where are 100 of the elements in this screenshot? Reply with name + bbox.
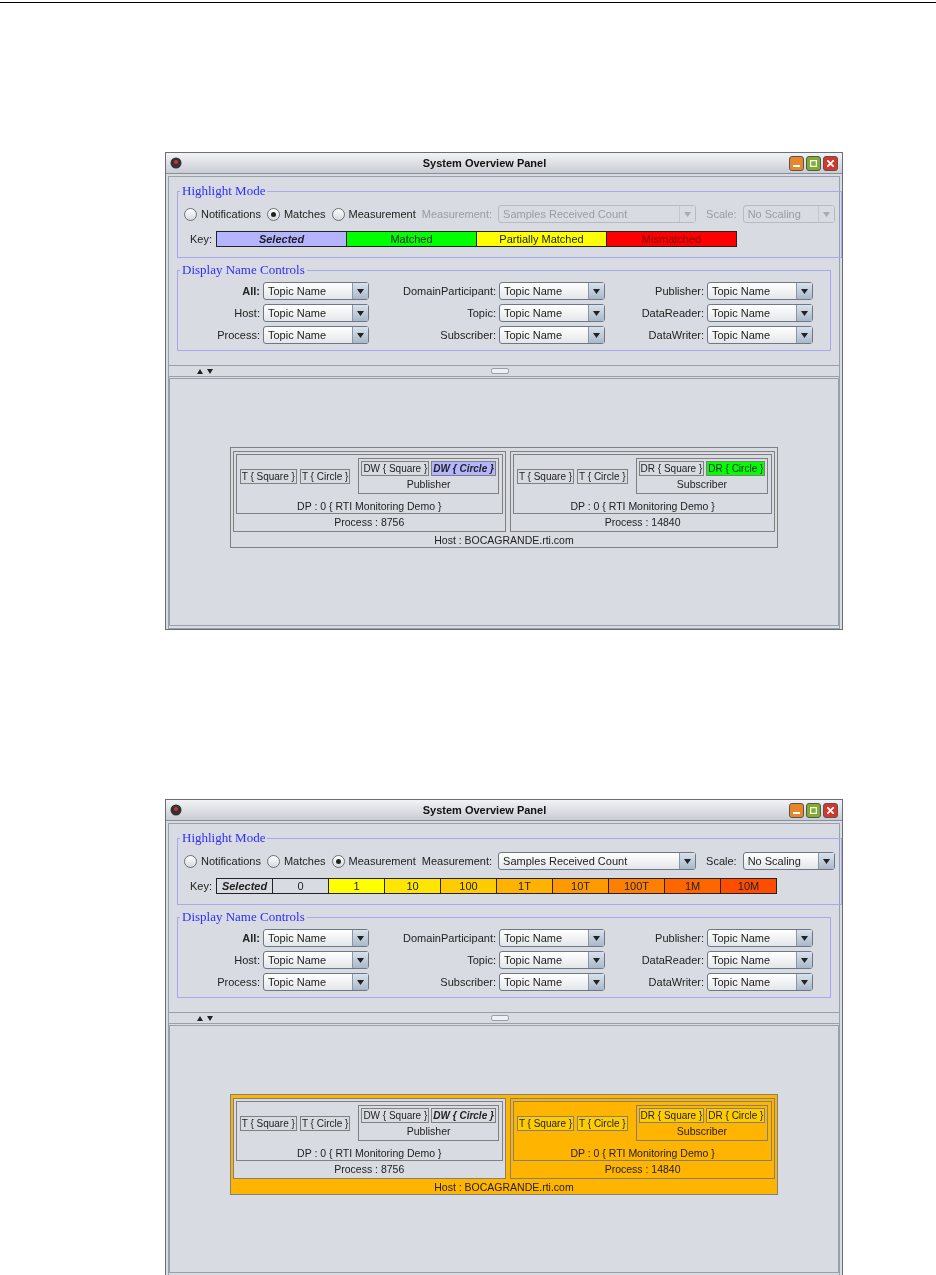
- dropdown-arrow-icon: [593, 979, 600, 985]
- dropdown-arrow-icon: [357, 979, 364, 985]
- close-button[interactable]: [823, 155, 838, 171]
- participant-label: DP : 0 { RTI Monitoring Demo }: [296, 499, 443, 513]
- name-dropdown[interactable]: Topic Name: [263, 951, 369, 969]
- name-dropdown[interactable]: Topic Name: [707, 973, 813, 991]
- dropdown-arrow-icon: [684, 211, 692, 217]
- legend-swatch: Partially Matched: [476, 232, 606, 246]
- field-label: Subscriber:: [439, 976, 496, 988]
- dropdown-arrow-icon: [357, 288, 364, 294]
- dropdown-arrow-icon: [822, 211, 830, 217]
- endpoint-chip[interactable]: DR { Circle }: [706, 1108, 766, 1123]
- legend-swatch: 100: [440, 879, 496, 893]
- topic-chip[interactable]: T { Circle }: [299, 1115, 351, 1131]
- topic-chip[interactable]: T { Square }: [516, 1115, 575, 1131]
- radio-option[interactable]: Measurement: [331, 207, 416, 221]
- entity-label: Publisher: [405, 477, 452, 491]
- field-label: Publisher:: [654, 285, 704, 297]
- name-dropdown[interactable]: Topic Name: [707, 929, 813, 947]
- maximize-button[interactable]: [806, 802, 821, 818]
- field-label: Measurement:: [421, 208, 493, 220]
- dropdown-arrow-icon: [801, 935, 808, 941]
- topic-chip[interactable]: T { Square }: [516, 468, 575, 484]
- radio-option[interactable]: Notifications: [184, 207, 261, 221]
- name-dropdown[interactable]: Topic Name: [499, 929, 605, 947]
- name-dropdown[interactable]: Topic Name: [499, 951, 605, 969]
- dropdown-arrow-icon: [357, 935, 364, 941]
- name-dropdown[interactable]: Topic Name: [707, 282, 813, 300]
- process-label: Process : 14840: [603, 515, 682, 529]
- radio-option[interactable]: Notifications: [184, 854, 261, 868]
- radio-option[interactable]: Measurement: [331, 854, 416, 868]
- name-dropdown[interactable]: Topic Name: [263, 929, 369, 947]
- topic-chip[interactable]: T { Circle }: [577, 1115, 628, 1131]
- legend-swatch: Selected: [217, 232, 346, 246]
- entity-label: Publisher: [405, 1124, 452, 1138]
- field-label: Measurement:: [421, 855, 493, 867]
- key-label: Key:: [190, 880, 212, 892]
- topic-chip[interactable]: T { Circle }: [299, 468, 351, 484]
- entity-label: Subscriber: [675, 1124, 729, 1138]
- endpoint-chip[interactable]: DR { Circle }: [706, 461, 766, 476]
- name-dropdown[interactable]: Topic Name: [499, 326, 605, 344]
- field-label: Process:: [216, 976, 260, 988]
- field-label: Topic:: [466, 954, 496, 966]
- endpoint-chip[interactable]: DW { Square }: [361, 461, 430, 476]
- name-dropdown[interactable]: Topic Name: [263, 326, 369, 344]
- name-dropdown[interactable]: Topic Name: [707, 951, 813, 969]
- legend-swatch: 1T: [496, 879, 552, 893]
- measurement-dropdown[interactable]: Samples Received Count: [498, 852, 697, 870]
- splitter-grip[interactable]: [491, 368, 509, 374]
- name-dropdown[interactable]: Topic Name: [263, 282, 369, 300]
- field-label: DomainParticipant:: [402, 932, 496, 944]
- topic-chip[interactable]: T { Circle }: [577, 468, 628, 484]
- collapse-arrows-icon[interactable]: [197, 368, 213, 374]
- field-label: DataReader:: [640, 307, 704, 319]
- name-dropdown[interactable]: Topic Name: [499, 282, 605, 300]
- dropdown-arrow-icon: [593, 310, 600, 316]
- endpoint-chip[interactable]: DR { Square }: [638, 1108, 705, 1123]
- endpoint-chip[interactable]: DW { Circle }: [431, 1108, 496, 1123]
- endpoint-chip[interactable]: DR { Square }: [638, 461, 705, 476]
- host-label: Host : BOCAGRANDE.rti.com: [433, 1180, 575, 1194]
- section-title: Display Name Controls: [181, 909, 306, 925]
- window-title: System Overview Panel: [421, 157, 548, 169]
- close-button[interactable]: [823, 802, 838, 818]
- participant-label: DP : 0 { RTI Monitoring Demo }: [569, 499, 716, 513]
- splitter-grip[interactable]: [491, 1015, 509, 1021]
- app-icon: [170, 157, 182, 169]
- radio-option[interactable]: Matches: [266, 854, 326, 868]
- participant-label: DP : 0 { RTI Monitoring Demo }: [569, 1146, 716, 1160]
- minimize-button[interactable]: [789, 802, 804, 818]
- topic-chip[interactable]: T { Square }: [239, 1115, 297, 1131]
- endpoint-chip[interactable]: DW { Circle }: [431, 461, 496, 476]
- field-label: DomainParticipant:: [402, 285, 496, 297]
- participant-label: DP : 0 { RTI Monitoring Demo }: [296, 1146, 443, 1160]
- radio-option[interactable]: Matches: [266, 207, 326, 221]
- dropdown-arrow-icon: [357, 310, 364, 316]
- legend-swatch: 10: [384, 879, 440, 893]
- section-title: Highlight Mode: [181, 183, 267, 199]
- scale-dropdown[interactable]: No Scaling: [742, 852, 835, 870]
- field-label: Host:: [233, 954, 260, 966]
- legend-swatch: Matched: [346, 232, 476, 246]
- field-label: Subscriber:: [439, 329, 496, 341]
- name-dropdown[interactable]: Topic Name: [499, 973, 605, 991]
- topic-chip[interactable]: T { Square }: [239, 468, 297, 484]
- dropdown-arrow-icon: [593, 332, 600, 338]
- name-dropdown[interactable]: Topic Name: [707, 326, 813, 344]
- dropdown-arrow-icon: [822, 858, 830, 864]
- dropdown-arrow-icon: [593, 957, 600, 963]
- dropdown-arrow-icon: [801, 979, 808, 985]
- name-dropdown[interactable]: Topic Name: [263, 304, 369, 322]
- endpoint-chip[interactable]: DW { Square }: [361, 1108, 430, 1123]
- name-dropdown[interactable]: Topic Name: [499, 304, 605, 322]
- minimize-button[interactable]: [789, 155, 804, 171]
- app-icon: [170, 804, 182, 816]
- maximize-button[interactable]: [806, 155, 821, 171]
- name-dropdown[interactable]: Topic Name: [707, 304, 813, 322]
- dropdown-arrow-icon: [801, 310, 808, 316]
- collapse-arrows-icon[interactable]: [197, 1015, 213, 1021]
- name-dropdown[interactable]: Topic Name: [263, 973, 369, 991]
- section-title: Highlight Mode: [181, 830, 267, 846]
- entity-label: Subscriber: [675, 477, 729, 491]
